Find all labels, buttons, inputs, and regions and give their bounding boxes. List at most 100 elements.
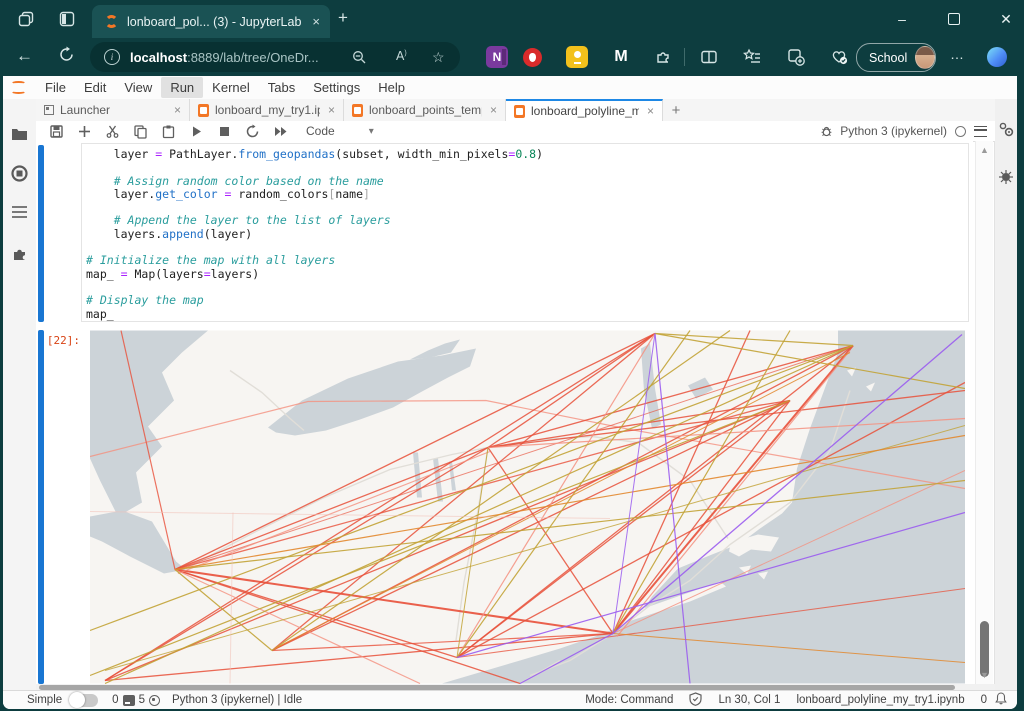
- cell-type-dropdown[interactable]: Code ▾: [306, 124, 374, 138]
- yellow-extension-icon[interactable]: [566, 46, 588, 68]
- save-icon[interactable]: [49, 124, 64, 139]
- right-sidebar: [994, 99, 1017, 691]
- file-browser-icon[interactable]: [11, 127, 28, 144]
- kernels-count[interactable]: 5: [139, 694, 145, 706]
- cell-type-value: Code: [306, 124, 335, 138]
- map-output[interactable]: [90, 330, 965, 684]
- back-icon[interactable]: ←: [16, 46, 33, 66]
- close-icon[interactable]: ×: [174, 103, 181, 117]
- site-info-icon[interactable]: i: [104, 49, 120, 65]
- zoom-out-icon[interactable]: [352, 50, 367, 68]
- menu-help[interactable]: Help: [369, 77, 414, 98]
- close-icon[interactable]: ×: [490, 103, 497, 117]
- table-of-contents-icon[interactable]: [11, 205, 28, 222]
- vertical-tabs-icon[interactable]: [59, 11, 75, 32]
- code-cell-editor[interactable]: layer = PathLayer.from_geopandas(subset,…: [81, 143, 969, 322]
- launcher-icon: [44, 105, 54, 115]
- extension-manager-icon[interactable]: [11, 245, 28, 262]
- address-bar[interactable]: i localhost:8889/lab/tree/OneDr... A) ☆: [90, 42, 460, 72]
- running-kernels-icon[interactable]: [11, 165, 28, 182]
- extensions-puzzle-icon[interactable]: [652, 46, 674, 68]
- scroll-down-icon[interactable]: ▼: [976, 670, 993, 680]
- favorite-star-icon[interactable]: ☆: [432, 49, 445, 66]
- paste-icon[interactable]: [161, 124, 176, 139]
- add-cell-icon[interactable]: [77, 124, 92, 139]
- property-inspector-icon[interactable]: [998, 121, 1014, 137]
- menu-file[interactable]: File: [36, 77, 75, 98]
- menu-kernel[interactable]: Kernel: [203, 77, 259, 98]
- dock-tab-label: Launcher: [60, 103, 110, 117]
- profile-label: School: [869, 51, 907, 65]
- red-extension-icon[interactable]: [521, 46, 543, 68]
- debugger-icon[interactable]: [998, 169, 1014, 185]
- workspaces-icon[interactable]: [18, 11, 35, 32]
- settings-ellipsis-icon[interactable]: …: [950, 46, 965, 62]
- dock-tab-1[interactable]: Launcher ×: [36, 99, 190, 121]
- code-line: # Display the map: [86, 294, 968, 307]
- favorites-icon[interactable]: [741, 46, 763, 68]
- simple-mode-label: Simple: [27, 694, 62, 706]
- kernel-name-button[interactable]: Python 3 (ipykernel): [840, 124, 947, 138]
- browser-tab[interactable]: lonboard_pol... (3) - JupyterLab ×: [92, 5, 330, 38]
- kernel-status-text[interactable]: Python 3 (ipykernel) | Idle: [172, 694, 302, 706]
- toolbar-menu-icon[interactable]: [974, 126, 987, 137]
- vertical-scrollbar-thumb[interactable]: [980, 621, 989, 677]
- profile-avatar: [915, 46, 935, 69]
- browser-essentials-icon[interactable]: [828, 46, 850, 68]
- copy-icon[interactable]: [133, 124, 148, 139]
- code-line: [86, 241, 968, 254]
- simple-mode-toggle[interactable]: [70, 694, 98, 707]
- browser-toolbar: ← i localhost:8889/lab/tree/OneDr... A) …: [0, 38, 1024, 76]
- malwarebytes-icon[interactable]: M: [610, 46, 632, 68]
- vertical-scrollbar[interactable]: ▲ ▼: [975, 141, 993, 684]
- code-line: # Initialize the map with all layers: [86, 254, 968, 267]
- browser-titlebar: lonboard_pol... (3) - JupyterLab × + – ✕: [0, 0, 1024, 38]
- split-screen-icon[interactable]: [698, 46, 720, 68]
- code-line: layer.get_color = random_colors[name]: [86, 188, 968, 201]
- dock-tab-2[interactable]: lonboard_my_try1.ipynb ×: [190, 99, 344, 121]
- new-tab-button[interactable]: +: [338, 8, 348, 28]
- restart-icon[interactable]: [245, 124, 260, 139]
- notification-count[interactable]: 0: [981, 694, 987, 706]
- mode-indicator[interactable]: Mode: Command: [585, 694, 673, 706]
- cursor-position[interactable]: Ln 30, Col 1: [718, 694, 780, 706]
- menu-tabs[interactable]: Tabs: [259, 77, 304, 98]
- dock-tab-3[interactable]: lonboard_points_template.ip×: [344, 99, 506, 121]
- notebook-scroll-area[interactable]: layer = PathLayer.from_geopandas(subset,…: [36, 141, 973, 684]
- new-dock-tab-button[interactable]: +: [663, 99, 689, 121]
- dock-tab-4[interactable]: lonboard_polyline_my_try1.ip×: [506, 99, 663, 121]
- scroll-up-icon[interactable]: ▲: [976, 145, 993, 155]
- kernel-status-icon[interactable]: [955, 126, 966, 137]
- tab-close-icon[interactable]: ×: [312, 14, 320, 29]
- refresh-icon[interactable]: [58, 46, 75, 68]
- run-icon[interactable]: [189, 124, 204, 139]
- dock-tab-label: lonboard_my_try1.ipynb: [215, 103, 320, 117]
- jupyter-logo-icon: [11, 81, 26, 94]
- terminal-icon: [123, 695, 135, 706]
- minimize-button[interactable]: –: [880, 0, 924, 38]
- statusbar-filename[interactable]: lonboard_polyline_my_try1.ipynb: [796, 694, 964, 706]
- kernel-bug-icon[interactable]: [819, 124, 834, 139]
- menu-edit[interactable]: Edit: [75, 77, 115, 98]
- close-icon[interactable]: ×: [328, 103, 335, 117]
- menu-run[interactable]: Run: [161, 77, 203, 98]
- run-all-icon[interactable]: [273, 124, 288, 139]
- stop-icon[interactable]: [217, 124, 232, 139]
- bell-icon[interactable]: [995, 692, 1007, 708]
- cut-icon[interactable]: [105, 124, 120, 139]
- notebook-icon: [514, 105, 525, 118]
- close-button[interactable]: ✕: [984, 0, 1024, 38]
- read-aloud-icon[interactable]: A): [396, 49, 407, 63]
- copilot-icon[interactable]: [986, 46, 1008, 68]
- menu-settings[interactable]: Settings: [304, 77, 369, 98]
- close-icon[interactable]: ×: [647, 104, 654, 118]
- output-collapser[interactable]: [38, 330, 44, 684]
- onenote-icon[interactable]: N: [486, 46, 508, 68]
- url-text[interactable]: localhost:8889/lab/tree/OneDr...: [130, 50, 319, 65]
- maximize-button[interactable]: [932, 0, 976, 38]
- profile-button[interactable]: School: [856, 43, 936, 72]
- menu-view[interactable]: View: [115, 77, 161, 98]
- cell-collapser[interactable]: [38, 145, 44, 322]
- terminals-count[interactable]: 0: [112, 694, 118, 706]
- tab-group-icon[interactable]: [785, 46, 807, 68]
